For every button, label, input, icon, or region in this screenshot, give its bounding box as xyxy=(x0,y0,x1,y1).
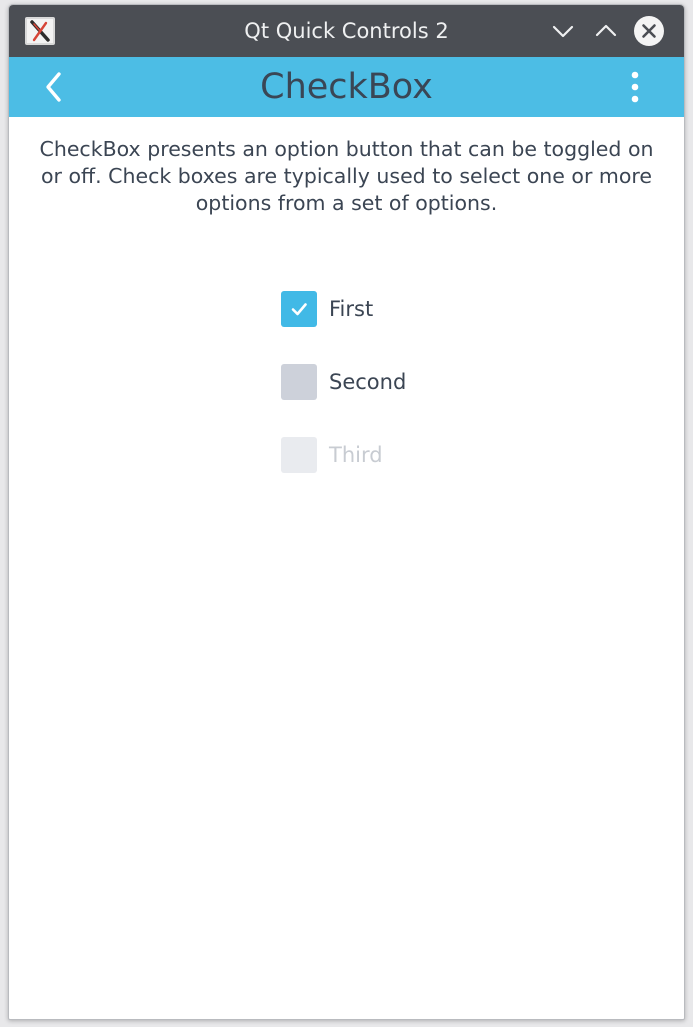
close-icon xyxy=(634,16,664,46)
menu-button[interactable] xyxy=(619,69,651,105)
checkbox-label[interactable]: Second xyxy=(329,370,406,394)
checkbox-label: Third xyxy=(329,443,383,467)
maximize-button[interactable] xyxy=(590,15,622,47)
checkbox-third-disabled: Third xyxy=(281,436,383,474)
checkbox-first[interactable]: First xyxy=(281,290,373,328)
checkbox-indicator-checked[interactable] xyxy=(281,291,317,327)
checkbox-indicator-unchecked[interactable] xyxy=(281,364,317,400)
minimize-button[interactable] xyxy=(547,15,579,47)
window-titlebar[interactable]: Qt Quick Controls 2 xyxy=(9,5,684,57)
vertical-dots-icon xyxy=(631,71,639,103)
checkbox-label[interactable]: First xyxy=(329,297,373,321)
page-title: CheckBox xyxy=(260,67,433,107)
description-text: CheckBox presents an option button that … xyxy=(39,137,654,215)
window-title: Qt Quick Controls 2 xyxy=(244,19,449,43)
checkbox-second[interactable]: Second xyxy=(281,363,406,401)
checkmark-icon xyxy=(291,303,307,316)
checkbox-indicator-disabled xyxy=(281,437,317,473)
minimize-icon xyxy=(552,25,574,38)
app-window: Qt Quick Controls 2 CheckBox CheckBox pr… xyxy=(8,4,685,1020)
toolbar-header: CheckBox xyxy=(9,57,684,117)
maximize-icon xyxy=(595,24,617,37)
close-button[interactable] xyxy=(633,15,665,47)
